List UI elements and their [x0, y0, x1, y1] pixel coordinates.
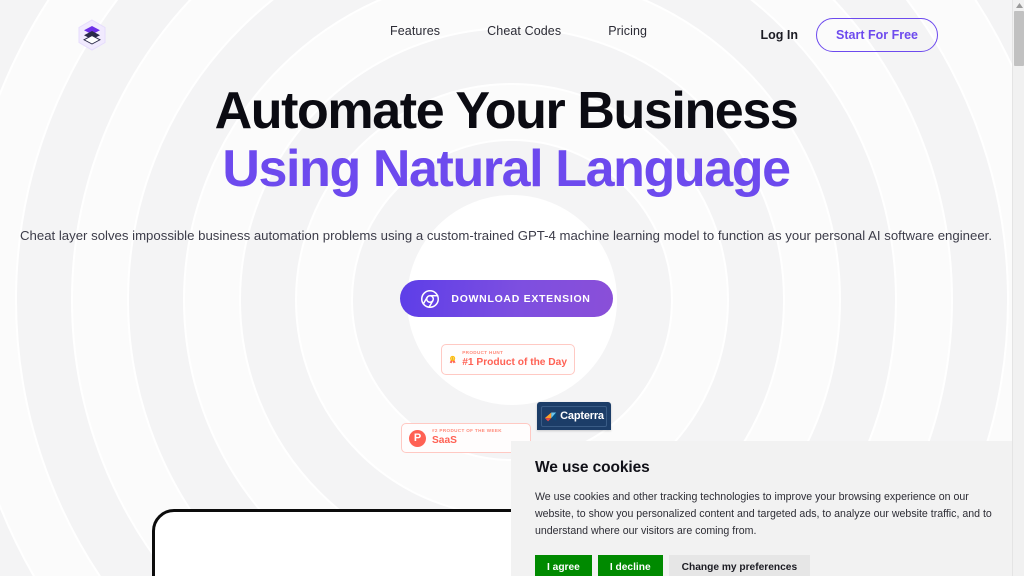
- cookie-consent-banner: We use cookies We use cookies and other …: [511, 441, 1012, 576]
- hero-subtitle: Cheat layer solves impossible business a…: [20, 228, 992, 244]
- cookie-banner-body: We use cookies and other tracking techno…: [535, 491, 992, 538]
- hero-headline-line2: Using Natural Language: [222, 140, 791, 199]
- product-of-week-text: #2 PRODUCT OF THE WEEK SaaS: [432, 428, 502, 447]
- site-logo[interactable]: [76, 19, 108, 51]
- capterra-logo-icon: [544, 411, 557, 421]
- product-hunt-mark-icon: P: [409, 429, 426, 447]
- cookie-banner-title: We use cookies: [535, 459, 650, 476]
- product-hunt-title: #1 Product of the Day: [462, 356, 567, 368]
- cookie-decline-button[interactable]: I decline: [597, 555, 663, 576]
- download-extension-label: DOWNLOAD EXTENSION: [451, 292, 591, 305]
- product-of-week-title: SaaS: [432, 435, 457, 447]
- nav-link-features[interactable]: Features: [390, 24, 440, 38]
- chrome-icon: [421, 289, 440, 308]
- page-root: Features Cheat Codes Pricing Log In Star…: [0, 0, 1024, 576]
- login-link[interactable]: Log In: [761, 28, 799, 42]
- cookie-agree-button[interactable]: I agree: [535, 555, 592, 576]
- download-extension-button[interactable]: DOWNLOAD EXTENSION: [399, 280, 613, 318]
- product-hunt-badge[interactable]: 1 PRODUCT HUNT #1 Product of the Day: [441, 344, 575, 375]
- scrollbar-up-arrow[interactable]: [1013, 1, 1024, 10]
- chevron-up-icon: [1015, 3, 1023, 8]
- layers-hexagon-icon: [78, 19, 106, 51]
- product-hunt-kicker: PRODUCT HUNT: [462, 349, 504, 355]
- capterra-label: Capterra: [560, 410, 604, 422]
- cookie-banner-actions: I agree I decline Change my preferences: [535, 555, 1000, 576]
- hero-headline: Automate Your Business Using Natural Lan…: [0, 82, 1012, 198]
- medal-icon: 1: [449, 355, 456, 364]
- product-of-week-kicker: #2 PRODUCT OF THE WEEK: [432, 428, 502, 434]
- site-header: Features Cheat Codes Pricing Log In Star…: [0, 0, 1012, 68]
- header-actions: Log In Start For Free: [761, 18, 938, 52]
- product-hunt-badge-text: PRODUCT HUNT #1 Product of the Day: [462, 349, 567, 369]
- page-viewport: Features Cheat Codes Pricing Log In Star…: [0, 0, 1012, 576]
- hero-headline-line1: Automate Your Business: [214, 82, 799, 140]
- capterra-badge-inner: Capterra: [541, 405, 607, 427]
- capterra-badge[interactable]: Capterra: [537, 402, 611, 430]
- page-scrollbar[interactable]: [1012, 0, 1024, 576]
- scrollbar-thumb[interactable]: [1014, 11, 1024, 66]
- primary-nav: Features Cheat Codes Pricing: [390, 24, 647, 38]
- nav-link-cheat-codes[interactable]: Cheat Codes: [487, 24, 561, 38]
- nav-link-pricing[interactable]: Pricing: [608, 24, 647, 38]
- start-for-free-button[interactable]: Start For Free: [816, 18, 938, 52]
- cookie-preferences-button[interactable]: Change my preferences: [668, 555, 811, 576]
